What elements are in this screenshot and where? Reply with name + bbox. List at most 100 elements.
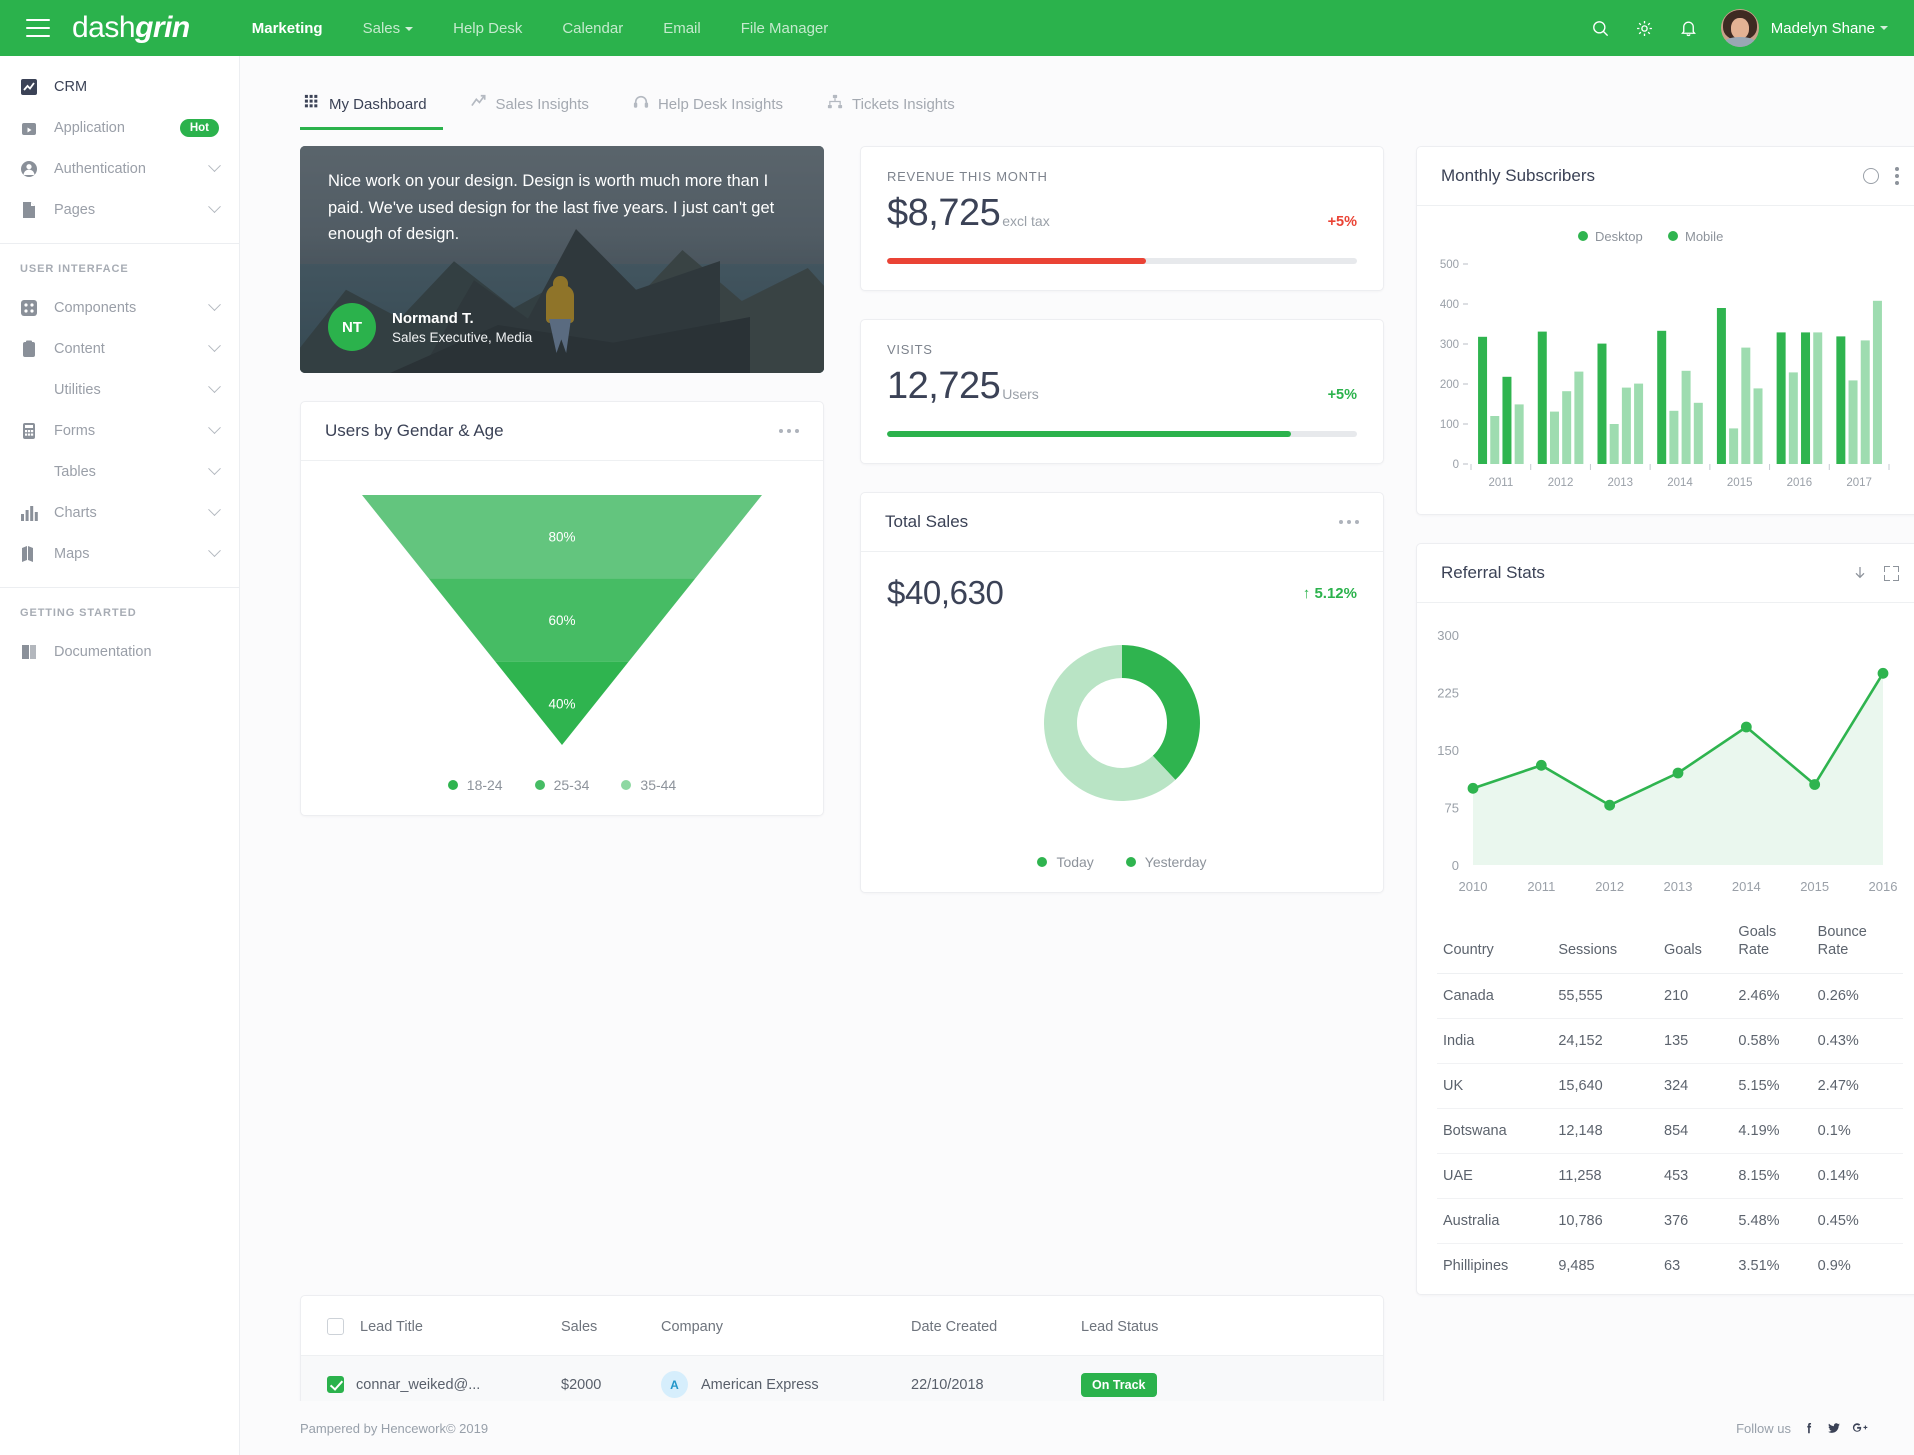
- sidebar-nav-started: Documentation: [0, 631, 239, 672]
- leads-header-row: Lead Title Sales Company Date Created Lead S…: [301, 1296, 1383, 1357]
- tab-tickets-insights[interactable]: Tickets Insights: [823, 88, 971, 130]
- funnel-segment-label: 40%: [548, 696, 575, 711]
- header-nav-calendar[interactable]: Calendar: [542, 20, 643, 37]
- revenue-card: REVENUE THIS MONTH $8,725 excl tax +5%: [860, 146, 1384, 291]
- facebook-icon[interactable]: [1802, 1421, 1816, 1435]
- tab-label: My Dashboard: [329, 95, 427, 113]
- brand-logo[interactable]: dashgrin: [72, 11, 190, 45]
- bar: [1848, 380, 1858, 464]
- total-sales-donut-chart: [887, 630, 1357, 816]
- y-axis-tick: 75: [1445, 801, 1459, 816]
- header-nav-sales[interactable]: Sales: [343, 20, 434, 37]
- avatar: [1720, 9, 1759, 47]
- user-name: Madelyn Shane: [1770, 19, 1875, 37]
- tab-my-dashboard[interactable]: My Dashboard: [300, 88, 443, 130]
- header-nav-help-desk[interactable]: Help Desk: [433, 20, 542, 37]
- subscribers-header: Monthly Subscribers: [1417, 147, 1914, 206]
- sidebar-item-forms[interactable]: Forms: [0, 410, 239, 451]
- header-nav-marketing[interactable]: Marketing: [232, 20, 343, 37]
- sidebar-item-label: Forms: [54, 422, 96, 439]
- more-vertical-icon[interactable]: [1895, 167, 1899, 185]
- row-checkbox[interactable]: [327, 1376, 344, 1394]
- sidebar-item-content[interactable]: Content: [0, 328, 239, 369]
- y-axis-tick: 150: [1437, 743, 1459, 758]
- legend-dot: [621, 780, 632, 790]
- sidebar-item-maps[interactable]: Maps: [0, 533, 239, 574]
- sidebar-item-authentication[interactable]: Authentication: [0, 148, 239, 189]
- file-icon: [20, 201, 38, 219]
- sidebar: CRM Application Hot Authentication Pages USE…: [0, 56, 240, 1455]
- x-axis-tick: 2014: [1732, 879, 1761, 894]
- fullscreen-icon[interactable]: [1884, 565, 1899, 581]
- column-middle: REVENUE THIS MONTH $8,725 excl tax +5% V…: [860, 146, 1384, 921]
- bar: [1537, 331, 1547, 464]
- more-options-icon[interactable]: [1339, 520, 1359, 524]
- header-nav-file-manager[interactable]: File Manager: [721, 20, 849, 37]
- column-right: Monthly Subscribers Desktop Mobile 0 100 200…: [1416, 146, 1914, 1323]
- sidebar-item-utilities[interactable]: Utilities: [0, 369, 239, 410]
- referral-cell: 854: [1658, 1108, 1733, 1155]
- y-axis-tick: 100: [1440, 419, 1459, 431]
- referral-table-row: UK 15,640 324 5.15% 2.47%: [1437, 1063, 1903, 1110]
- sidebar-item-documentation[interactable]: Documentation: [0, 631, 239, 672]
- x-axis-tick: 2011: [1527, 879, 1555, 894]
- gear-icon[interactable]: [1623, 6, 1667, 50]
- twitter-icon[interactable]: [1827, 1421, 1841, 1435]
- sidebar-item-application[interactable]: Application Hot: [0, 107, 239, 148]
- referral-cell: UAE: [1437, 1153, 1553, 1200]
- legend-item: 35-44: [621, 777, 676, 793]
- bar: [1621, 387, 1631, 464]
- referral-cell: 11,258: [1552, 1153, 1658, 1200]
- user-menu[interactable]: Madelyn Shane: [1720, 9, 1888, 47]
- y-axis-tick: 200: [1440, 379, 1459, 391]
- search-icon[interactable]: [1579, 6, 1623, 50]
- revenue-delta: +5%: [1327, 214, 1357, 230]
- sidebar-item-components[interactable]: Components: [0, 287, 239, 328]
- y-axis-tick: 400: [1440, 299, 1459, 311]
- sidebar-item-label: Tables: [54, 463, 96, 480]
- visits-delta: +5%: [1327, 387, 1357, 403]
- x-axis-tick: 2012: [1548, 477, 1574, 489]
- refresh-circle-icon[interactable]: [1863, 168, 1879, 184]
- referral-cell: 0.9%: [1817, 1258, 1851, 1275]
- legend-dot: [1037, 857, 1048, 867]
- referral-cell: 0.14%: [1811, 1153, 1903, 1200]
- leads-col-header: Lead Title: [301, 1296, 553, 1357]
- x-axis-tick: 2014: [1667, 477, 1693, 489]
- bell-icon[interactable]: [1667, 6, 1711, 50]
- bar: [1549, 411, 1559, 464]
- google-plus-icon[interactable]: [1852, 1421, 1868, 1435]
- trend-up-icon: [470, 94, 487, 114]
- referral-cell: 55,555: [1552, 973, 1658, 1020]
- line-point: [1535, 759, 1547, 771]
- sidebar-divider: [0, 243, 239, 244]
- table-icon: [20, 463, 38, 481]
- download-icon[interactable]: [1852, 565, 1868, 581]
- chevron-down-icon: [208, 159, 221, 173]
- sidebar-item-charts[interactable]: Charts: [0, 492, 239, 533]
- visits-card: VISITS 12,725 Users +5%: [860, 319, 1384, 464]
- sidebar-nav-ui: Components Content Utilities Forms Tables Cha…: [0, 287, 239, 574]
- referral-cell: 4.19%: [1732, 1108, 1812, 1155]
- tab-help-desk-insights[interactable]: Help Desk Insights: [629, 88, 799, 130]
- sidebar-item-label: Authentication: [54, 160, 146, 177]
- more-options-icon[interactable]: [779, 429, 799, 433]
- funnel-legend: 18-24 25-34 35-44: [301, 763, 823, 815]
- menu-toggle-icon[interactable]: [26, 19, 50, 37]
- tab-sales-insights[interactable]: Sales Insights: [467, 88, 605, 130]
- legend-label: 35-44: [640, 777, 677, 793]
- legend-item: 18-24: [447, 777, 503, 793]
- bar: [1693, 402, 1703, 464]
- bar: [1634, 383, 1644, 464]
- sidebar-item-label: Components: [54, 299, 137, 316]
- total-sales-header: Total Sales: [861, 493, 1383, 552]
- select-all-checkbox[interactable]: [327, 1318, 344, 1336]
- visits-value: 12,725: [887, 365, 1001, 407]
- sidebar-item-crm[interactable]: CRM: [0, 66, 239, 107]
- y-axis-tick: 225: [1437, 686, 1459, 701]
- header-nav-email[interactable]: Email: [643, 20, 721, 37]
- sidebar-item-tables[interactable]: Tables: [0, 451, 239, 492]
- sidebar-item-pages[interactable]: Pages: [0, 189, 239, 230]
- referral-cell: Canada: [1437, 973, 1553, 1020]
- chevron-down-icon: [208, 421, 221, 435]
